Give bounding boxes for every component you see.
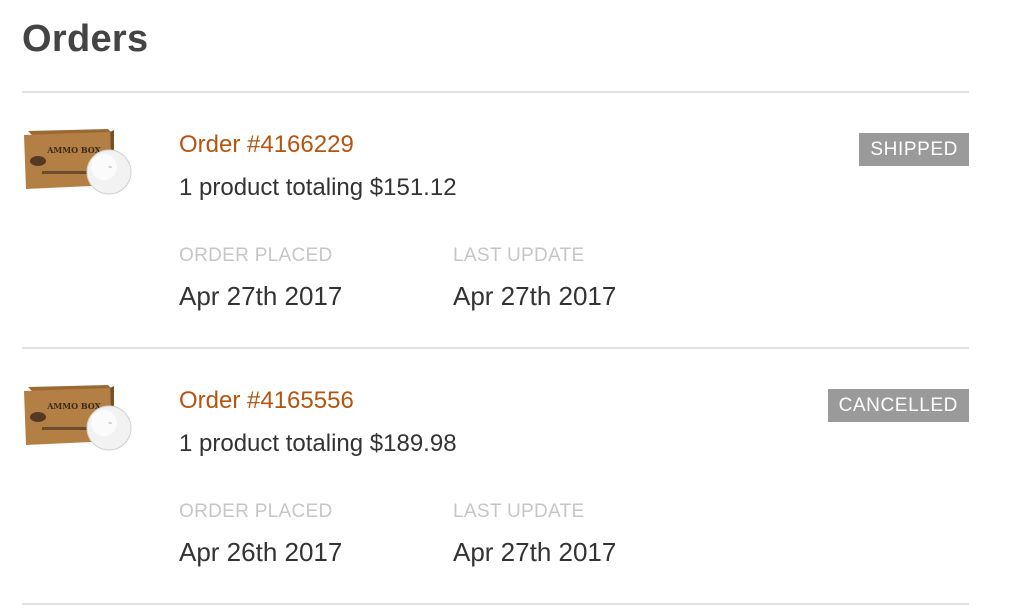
order-placed-date: Apr 26th 2017 (179, 537, 343, 567)
svg-text:~: ~ (108, 421, 112, 427)
product-thumbnail-icon[interactable]: AMMO BOX ~ (22, 383, 134, 455)
page-title: Orders (22, 18, 149, 60)
order-link[interactable]: Order #4165556 (179, 387, 354, 415)
last-update-date: Apr 27th 2017 (453, 537, 617, 567)
divider (22, 91, 969, 93)
status-badge: SHIPPED (859, 133, 969, 166)
status-badge: CANCELLED (827, 389, 969, 422)
box-label: AMMO BOX (46, 145, 101, 155)
order-placed-label: ORDER PLACED (179, 501, 333, 522)
divider (22, 347, 969, 349)
last-update-label: LAST UPDATE (453, 245, 585, 266)
order-placed-date: Apr 27th 2017 (179, 281, 343, 311)
product-thumbnail-icon[interactable]: AMMO BOX ~ (22, 127, 134, 199)
svg-text:~: ~ (108, 165, 112, 171)
order-card: AMMO BOX ~ Order #4165556 1 product tota… (22, 350, 969, 604)
box-label: AMMO BOX (46, 401, 101, 411)
last-update-date: Apr 27th 2017 (453, 281, 617, 311)
order-summary: 1 product totaling $189.98 (179, 430, 457, 457)
order-link[interactable]: Order #4166229 (179, 131, 354, 159)
order-placed-label: ORDER PLACED (179, 245, 333, 266)
divider (22, 603, 969, 605)
order-card: AMMO BOX ~ Order #4166229 1 product tota… (22, 94, 969, 348)
last-update-label: LAST UPDATE (453, 501, 585, 522)
order-summary: 1 product totaling $151.12 (179, 174, 457, 201)
